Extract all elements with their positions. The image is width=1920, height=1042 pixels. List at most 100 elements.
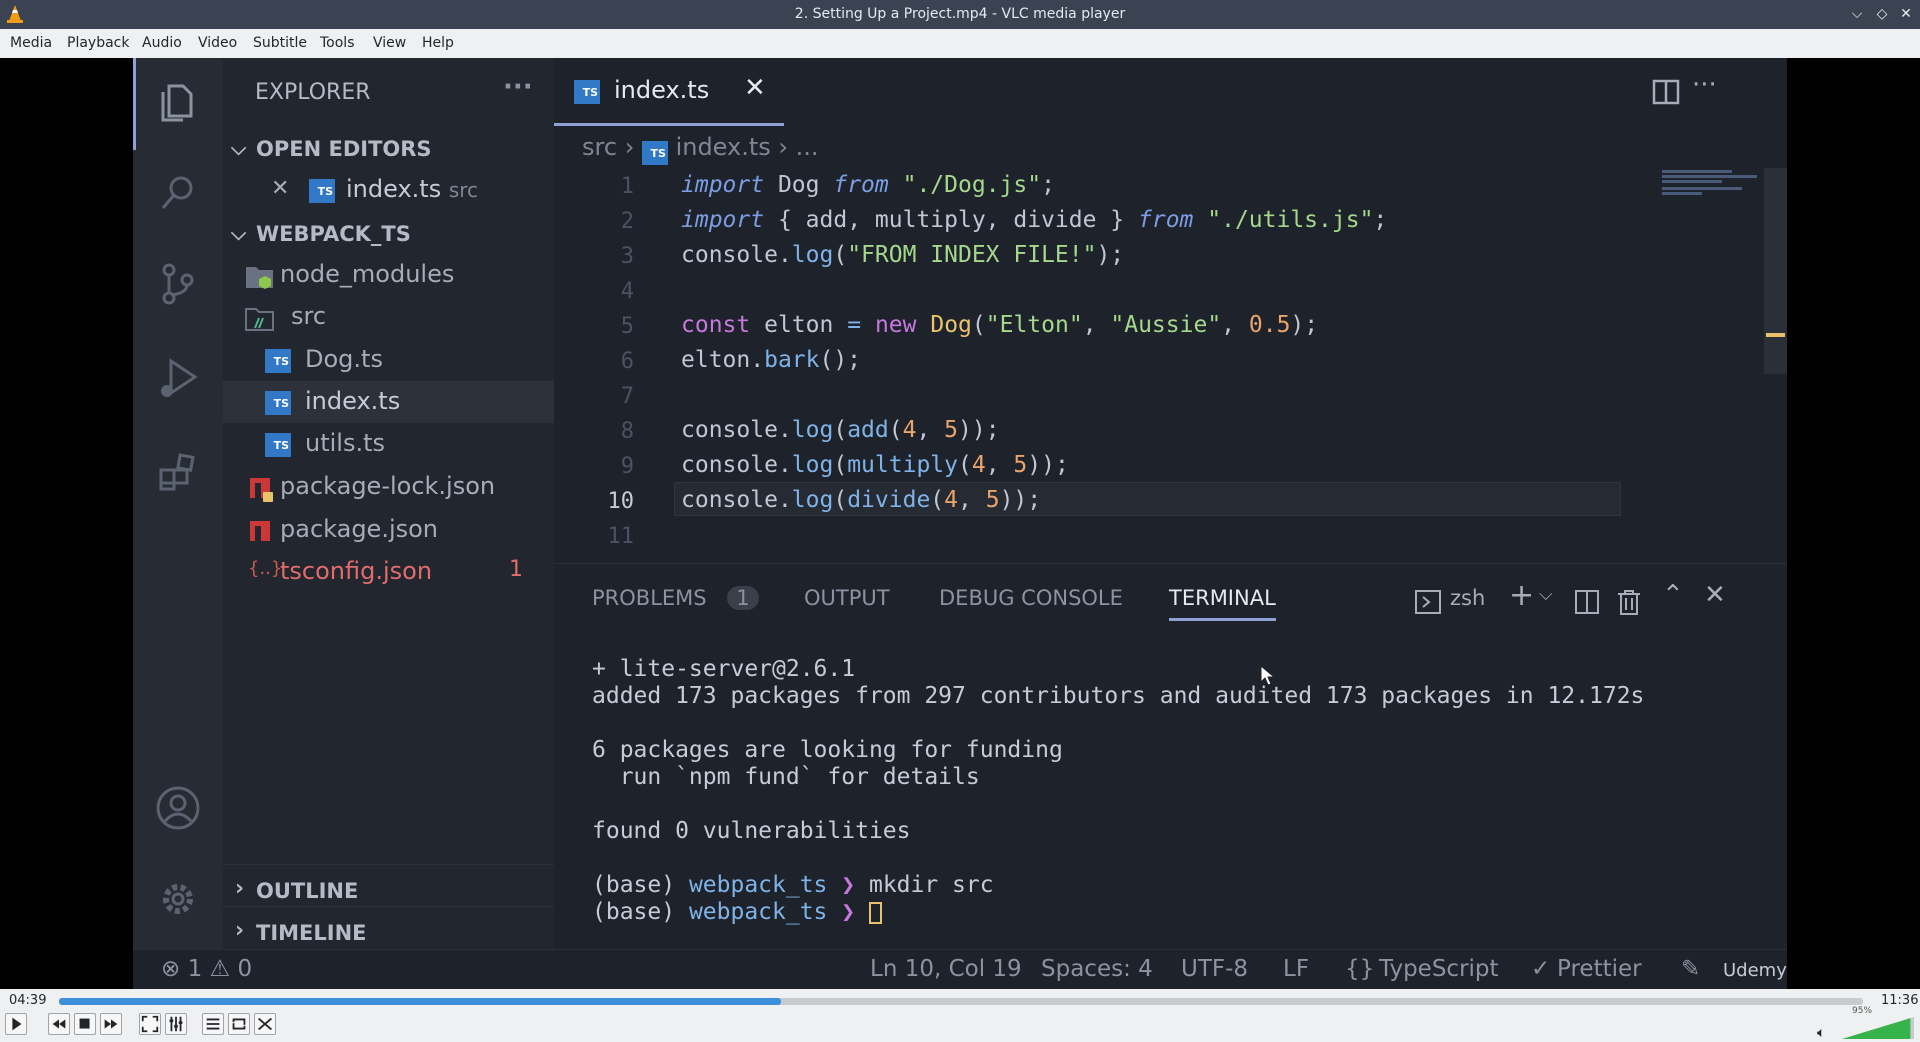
stop-button[interactable] (74, 1013, 96, 1035)
open-editor-file[interactable]: index.ts src (346, 175, 478, 203)
playlist-button[interactable] (202, 1013, 224, 1035)
video-area[interactable]: EXPLORER ··· ⌵ OPEN EDITORS ✕ TS index.t… (0, 58, 1920, 989)
prettier-status[interactable]: Prettier (1557, 956, 1642, 982)
extended-settings-button[interactable] (165, 1013, 187, 1035)
breadcrumb-file[interactable]: index.ts (676, 133, 771, 161)
typescript-file-icon: TS (265, 391, 291, 415)
tree-src-folder[interactable]: src (291, 302, 326, 330)
play-button[interactable] (5, 1013, 27, 1035)
divider (223, 906, 554, 907)
close-tab-icon[interactable]: ✕ (744, 73, 766, 103)
minimize-icon[interactable]: ⌵ (1847, 4, 1867, 24)
outline-header[interactable]: OUTLINE (256, 879, 358, 903)
menu-help[interactable]: Help (422, 35, 454, 51)
tab-index-ts[interactable]: TS index.ts ✕ (554, 58, 784, 126)
trash-icon[interactable] (1616, 588, 1642, 616)
account-icon[interactable] (153, 783, 203, 833)
tab-terminal[interactable]: TERMINAL (1169, 586, 1276, 621)
tree-package-lock[interactable]: package-lock.json (280, 472, 495, 500)
close-editor-icon[interactable]: ✕ (271, 176, 289, 201)
end-of-line[interactable]: LF (1283, 956, 1309, 982)
feedback-icon[interactable]: ✎ (1681, 956, 1700, 982)
code-line-1[interactable]: import Dog from "./Dog.js"; (681, 172, 1055, 198)
extensions-icon[interactable] (153, 448, 203, 498)
explorer-more-icon[interactable]: ··· (503, 72, 533, 102)
indentation[interactable]: Spaces: 4 (1041, 956, 1153, 982)
menu-tools[interactable]: Tools (320, 35, 355, 51)
chevron-down-icon[interactable]: ⌵ (231, 136, 246, 160)
tree-node-modules[interactable]: node_modules (280, 260, 454, 288)
close-panel-icon[interactable]: ✕ (1704, 580, 1726, 610)
tsconfig-problem-count: 1 (509, 557, 523, 582)
run-debug-icon[interactable] (153, 353, 203, 403)
menu-media[interactable]: Media (10, 35, 52, 51)
cursor-position[interactable]: Ln 10, Col 19 (870, 956, 1022, 982)
menu-video[interactable]: Video (198, 35, 237, 51)
tree-index-ts[interactable]: index.ts (305, 387, 400, 415)
seek-bar[interactable] (59, 998, 1863, 1005)
menu-subtitle[interactable]: Subtitle (253, 35, 307, 51)
encoding[interactable]: UTF-8 (1181, 956, 1248, 982)
tab-debug-console[interactable]: DEBUG CONSOLE (939, 586, 1123, 610)
chevron-down-icon[interactable]: ⌵ (231, 221, 246, 245)
menu-audio[interactable]: Audio (142, 35, 182, 51)
shuffle-button[interactable] (254, 1013, 276, 1035)
breadcrumb-more[interactable]: ... (796, 133, 819, 161)
tree-package-json[interactable]: package.json (280, 515, 438, 543)
chevron-right-icon[interactable]: › (235, 876, 244, 901)
code-line-6[interactable]: elton.bark(); (681, 347, 861, 373)
line-number: 1 (620, 174, 634, 199)
shell-name[interactable]: zsh (1450, 586, 1485, 610)
previous-button[interactable] (48, 1013, 70, 1035)
editor-area: TS index.ts ✕ ··· src › TS index.ts › ..… (554, 58, 1787, 563)
code-line-8[interactable]: console.log(add(4, 5)); (681, 417, 1000, 443)
code-line-10[interactable]: console.log(divide(4, 5)); (681, 487, 1041, 513)
tab-problems[interactable]: PROBLEMS 1 (592, 586, 759, 610)
timeline-header[interactable]: TIMELINE (256, 921, 367, 945)
terminal-line: added 173 packages from 297 contributors… (592, 683, 1645, 709)
line-number: 10 (607, 489, 635, 514)
tree-tsconfig[interactable]: tsconfig.json (280, 557, 432, 585)
prompt-command: mkdir src (868, 872, 994, 898)
split-editor-icon[interactable] (1652, 78, 1680, 106)
split-terminal-icon[interactable] (1574, 589, 1600, 615)
loop-button[interactable] (228, 1013, 250, 1035)
language-mode[interactable]: TypeScript (1379, 956, 1499, 982)
open-editors-header[interactable]: OPEN EDITORS (256, 137, 432, 161)
editor-more-icon[interactable]: ··· (1692, 70, 1717, 100)
tree-utils-ts[interactable]: utils.ts (305, 429, 385, 457)
code-line-5[interactable]: const elton = new Dog("Elton", "Aussie",… (681, 312, 1318, 338)
settings-gear-icon[interactable] (153, 874, 203, 924)
elapsed-time[interactable]: 04:39 (9, 993, 46, 1008)
workspace-header[interactable]: WEBPACK_TS (256, 222, 411, 246)
menu-view[interactable]: View (373, 35, 406, 51)
chevron-right-icon[interactable]: › (235, 918, 244, 943)
menu-playback[interactable]: Playback (67, 35, 129, 51)
minimap[interactable] (1662, 168, 1762, 195)
line-number: 2 (620, 209, 634, 234)
volume-slider[interactable] (1842, 1017, 1914, 1039)
volume-icon[interactable]: 🔈︎ (1817, 1025, 1825, 1041)
maximize-panel-icon[interactable]: ⌃ (1662, 580, 1684, 610)
chevron-down-icon[interactable]: ⌵ (1539, 584, 1553, 605)
new-terminal-icon[interactable]: + (1509, 578, 1534, 613)
typescript-file-icon: TS (265, 433, 291, 457)
code-line-2[interactable]: import { add, multiply, divide } from ".… (681, 207, 1387, 233)
editor-scrollbar[interactable] (1764, 168, 1787, 374)
fullscreen-button[interactable] (139, 1013, 161, 1035)
breadcrumb-folder[interactable]: src (582, 133, 617, 161)
close-window-icon[interactable]: ✕ (1896, 4, 1916, 24)
next-button[interactable] (100, 1013, 122, 1035)
maximize-icon[interactable]: ◇ (1872, 4, 1892, 24)
src-folder-open-icon (245, 308, 274, 331)
tab-output[interactable]: OUTPUT (804, 586, 890, 610)
terminal-input-line[interactable]: (base) webpack_ts ❯ (592, 899, 882, 925)
code-line-9[interactable]: console.log(multiply(4, 5)); (681, 452, 1069, 478)
warning-count: 0 (237, 956, 253, 982)
code-line-3[interactable]: console.log("FROM INDEX FILE!"); (681, 242, 1124, 268)
problems-status[interactable]: ⊗ 1 ⚠ 0 (161, 956, 252, 982)
source-control-icon[interactable] (153, 258, 203, 308)
files-icon[interactable] (153, 78, 203, 128)
tree-dog-ts[interactable]: Dog.ts (305, 345, 383, 373)
search-icon[interactable] (153, 168, 203, 218)
